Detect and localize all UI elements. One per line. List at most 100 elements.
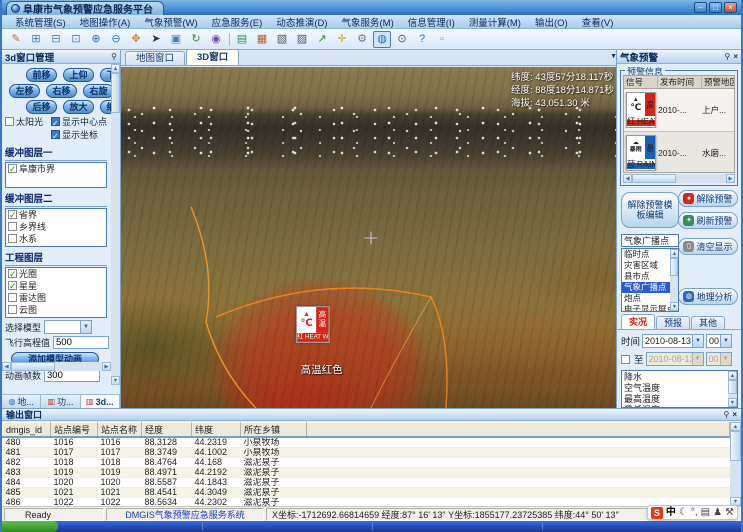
list-item[interactable]: 降水: [622, 372, 728, 383]
toolbar-separator[interactable]: [227, 31, 231, 48]
scroll-up-icon[interactable]: ▲: [670, 249, 679, 258]
measure-icon[interactable]: ✎: [7, 31, 25, 48]
tab-forecast[interactable]: 预报: [656, 316, 690, 329]
print-export-icon[interactable]: ▨: [293, 31, 311, 48]
image-icon[interactable]: ▦: [253, 31, 271, 48]
menu-item[interactable]: 系统管理(S): [8, 15, 73, 29]
table-row[interactable]: 48510211021 88.454144.3049滋泥泉子: [3, 488, 730, 498]
pitch-up-button[interactable]: 上仰: [63, 68, 94, 82]
zoom-in-icon[interactable]: ⊕: [87, 31, 105, 48]
left-panel-vscrollbar[interactable]: ▲ ▼: [111, 64, 120, 385]
ime-user-icon[interactable]: ♟: [713, 506, 722, 519]
list-item[interactable]: 最高温度: [622, 394, 728, 405]
to-checkbox[interactable]: [621, 355, 630, 364]
date-combo[interactable]: 2010-08-13▼: [642, 334, 704, 348]
scroll-up-icon[interactable]: ▲: [111, 64, 120, 73]
globe-3d-icon[interactable]: ◍: [373, 31, 391, 48]
tab-other[interactable]: 其他: [691, 316, 725, 329]
tab-map-window[interactable]: 地图窗口: [125, 51, 185, 65]
list-item[interactable]: 电子显示屏点: [622, 304, 670, 312]
point-list-vscrollbar[interactable]: ▲ ▼: [670, 249, 678, 311]
model-select-combo[interactable]: ▼: [44, 320, 92, 334]
menu-item[interactable]: 地图操作(A): [73, 15, 138, 29]
list-item[interactable]: 空气温度: [622, 383, 728, 394]
menu-item[interactable]: 气象服务(M): [335, 15, 401, 29]
full-extent-icon[interactable]: ▣: [167, 31, 185, 48]
scroll-thumb[interactable]: [111, 73, 120, 113]
scroll-right-icon[interactable]: ▶: [102, 362, 111, 371]
fly-icon[interactable]: ↗: [313, 31, 331, 48]
settings-icon[interactable]: ⚙: [353, 31, 371, 48]
pin-icon[interactable]: ⚲: [111, 52, 117, 61]
pin-icon[interactable]: ⚲: [724, 52, 730, 61]
tab-realtime[interactable]: 实况: [621, 314, 655, 329]
zoom-select-icon[interactable]: ⊞: [27, 31, 45, 48]
table-row[interactable]: 48310191019 88.497144.2192滋泥泉子: [3, 468, 730, 478]
scroll-up-icon[interactable]: ▲: [728, 371, 737, 380]
list-item-selected[interactable]: 气象广播点: [622, 282, 670, 293]
scroll-down-icon[interactable]: ▼: [728, 398, 737, 407]
zoom-out-icon[interactable]: ⊖: [107, 31, 125, 48]
scroll-down-icon[interactable]: ▼: [670, 302, 679, 311]
date-to-combo-disabled[interactable]: 2010-08-13▼: [646, 352, 704, 366]
warning-row-rain[interactable]: ☁暴雨暴雨蓝 RAIN STORM 2010-... 水磨...: [624, 132, 734, 173]
scroll-thumb[interactable]: [670, 258, 678, 276]
start-button[interactable]: [2, 521, 58, 532]
heat-warning-marker[interactable]: ▲℃ 高温 红 HEAT WAVE: [296, 306, 330, 343]
tab-functions[interactable]: ▥功...: [41, 395, 80, 408]
ime-moon-icon[interactable]: ☾: [679, 506, 688, 519]
geo-analysis-button[interactable]: ◍地理分析: [678, 288, 738, 305]
scroll-thumb[interactable]: [730, 431, 741, 461]
close-button[interactable]: ×: [724, 2, 737, 13]
point-type-value[interactable]: 气象广播点: [621, 234, 679, 247]
list-item[interactable]: 灾害区域: [622, 260, 670, 271]
layer-item-radar[interactable]: 雷达图: [6, 292, 106, 304]
ime-punct-icon[interactable]: °,: [691, 506, 698, 519]
refresh-view-icon[interactable]: ↻: [187, 31, 205, 48]
warning-row-heat[interactable]: ▲℃高温红 HEAT WAVE 2010-... 上户...: [624, 89, 734, 132]
move-back-button[interactable]: 后移: [26, 100, 57, 114]
ime-keyboard-icon[interactable]: ▤: [701, 506, 710, 519]
table-row[interactable]: 48610221022 88.563444.2302滋泥泉子: [3, 498, 730, 507]
scroll-up-icon[interactable]: ▲: [730, 422, 741, 431]
output-vscrollbar[interactable]: ▲ ▼: [730, 422, 741, 506]
scroll-left-icon[interactable]: ◀: [623, 174, 632, 183]
tab-3d-management[interactable]: ▥3d...: [81, 395, 120, 408]
remove-warning-button[interactable]: ●解除预警: [678, 190, 738, 207]
menu-item[interactable]: 气象预警(W): [137, 15, 204, 29]
zoom-window-icon[interactable]: ⊡: [67, 31, 85, 48]
table-row[interactable]: 48210181018 88.476444.168滋泥泉子: [3, 458, 730, 468]
pin-icon[interactable]: ⚲: [723, 410, 729, 419]
hour-combo[interactable]: 00▼: [706, 334, 732, 348]
table-row[interactable]: 48110171017 88.374944.1002小泉牧场: [3, 448, 730, 458]
list-item[interactable]: 炮点: [622, 293, 670, 304]
pointer-box-icon[interactable]: ⊟: [47, 31, 65, 48]
menu-item[interactable]: 信息管理(I): [401, 15, 462, 29]
select-arrow-icon[interactable]: ➤: [147, 31, 165, 48]
zoom-out-button[interactable]: 缩小: [100, 100, 111, 114]
show-coords-checkbox[interactable]: 显示坐标: [51, 129, 107, 142]
left-panel-hscrollbar[interactable]: ◀ ▶: [2, 362, 111, 371]
scroll-thumb[interactable]: [632, 174, 676, 183]
move-left-button[interactable]: 左移: [9, 84, 40, 98]
identify-icon[interactable]: ◉: [207, 31, 225, 48]
menu-item[interactable]: 应急服务(E): [205, 15, 270, 29]
refresh-warning-button[interactable]: ✦刷新预警: [678, 212, 738, 229]
basemap-icon[interactable]: ▤: [233, 31, 251, 48]
menu-item[interactable]: 输出(O): [528, 15, 575, 29]
layer-item-township-line[interactable]: 乡界线: [6, 221, 106, 233]
sogou-icon[interactable]: S: [651, 507, 663, 519]
close-icon[interactable]: ×: [732, 410, 737, 419]
scroll-down-icon[interactable]: ▼: [111, 376, 120, 385]
layer-item-province[interactable]: 省界: [6, 209, 106, 221]
move-forward-button[interactable]: 前移: [26, 68, 57, 82]
scroll-right-icon[interactable]: ▶: [726, 174, 735, 183]
element-list-vscrollbar[interactable]: ▲ ▼: [728, 371, 737, 407]
zoom-in-button[interactable]: 放大: [63, 100, 94, 114]
layer-item-water[interactable]: 水系: [6, 233, 106, 245]
warning-table-hscrollbar[interactable]: ◀ ▶: [623, 174, 735, 183]
pitch-down-button[interactable]: 下俯: [100, 68, 111, 82]
scroll-thumb[interactable]: [11, 362, 55, 371]
close-icon[interactable]: ×: [733, 52, 738, 61]
move-right-button[interactable]: 右移: [46, 84, 77, 98]
